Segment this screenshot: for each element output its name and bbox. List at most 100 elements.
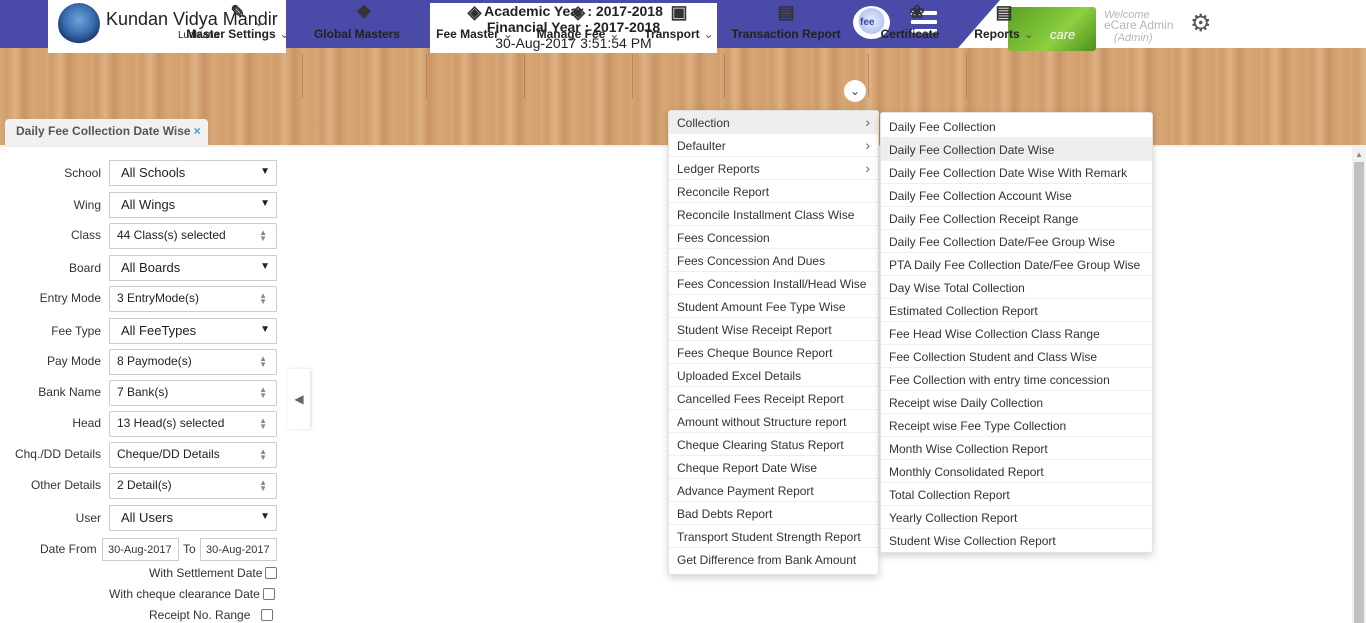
submenu-item[interactable]: Total Collection Report — [881, 483, 1152, 506]
receipt-range-checkbox[interactable] — [261, 609, 274, 621]
nav-transaction-report[interactable]: ▤ Transaction Report — [726, 0, 846, 44]
menu-item[interactable]: Uploaded Excel Details — [669, 364, 878, 387]
submenu-item[interactable]: Monthly Consolidated Report — [881, 460, 1152, 483]
menu-item[interactable]: Bad Debts Report — [669, 502, 878, 525]
nav-divider — [302, 54, 303, 98]
chevron-down-icon: ⌄ — [1023, 27, 1034, 41]
close-icon[interactable]: × — [194, 124, 201, 138]
menu-item[interactable]: Transport Student Strength Report — [669, 525, 878, 548]
menu-item-defaulter[interactable]: Defaulter › — [669, 134, 878, 157]
receipt-range-label: Receipt No. Range — [149, 608, 251, 622]
nav-label: Transport — [644, 27, 700, 41]
submenu-item[interactable]: Fee Head Wise Collection Class Range — [881, 322, 1152, 345]
menu-item[interactable]: Cheque Report Date Wise — [669, 456, 878, 479]
date-from-input[interactable]: 30-Aug-2017 — [102, 538, 179, 561]
menu-item[interactable]: Fees Concession Install/Head Wise — [669, 272, 878, 295]
nav-reports[interactable]: ▤ Reports ⌄ — [968, 0, 1040, 44]
pay-mode-multiselect[interactable]: 8 Paymode(s) ▲ ▼ — [109, 349, 277, 375]
submenu-item[interactable]: Month Wise Collection Report — [881, 437, 1152, 460]
nav-divider — [724, 54, 725, 98]
chevron-down-icon: ⌄ — [703, 27, 714, 41]
collapse-panel-button[interactable]: ◀ — [288, 369, 310, 429]
caret-down-icon: ▼ — [260, 261, 270, 272]
scroll-up-icon[interactable]: ▲ — [1355, 150, 1363, 159]
nav-certificate[interactable]: ❀ Certificate ⌄ — [870, 0, 964, 44]
submenu-item[interactable]: Daily Fee Collection Receipt Range — [881, 207, 1152, 230]
submenu-item-active[interactable]: Daily Fee Collection Date Wise — [881, 138, 1152, 161]
submenu-item[interactable]: Daily Fee Collection Date/Fee Group Wise — [881, 230, 1152, 253]
menu-item[interactable]: Get Difference from Bank Amount — [669, 548, 878, 571]
menu-item-ledger-reports[interactable]: Ledger Reports › — [669, 157, 878, 180]
head-multiselect[interactable]: 13 Head(s) selected ▲ ▼ — [109, 411, 277, 437]
nav-fee-master[interactable]: ◈ Fee Master ⌄ — [427, 0, 522, 44]
menu-item[interactable]: Amount without Structure report — [669, 410, 878, 433]
submenu-item[interactable]: PTA Daily Fee Collection Date/Fee Group … — [881, 253, 1152, 276]
menu-item[interactable]: Advance Payment Report — [669, 479, 878, 502]
submenu-item[interactable]: Receipt wise Fee Type Collection — [881, 414, 1152, 437]
class-multiselect[interactable]: 44 Class(s) selected ▲ ▼ — [109, 223, 277, 249]
nav-label: Transaction Report — [731, 27, 841, 41]
menu-item[interactable]: Reconcile Installment Class Wise — [669, 203, 878, 226]
nav-label: Global Masters — [313, 27, 400, 41]
submenu-item[interactable]: Student Wise Collection Report — [881, 529, 1152, 552]
bank-name-multiselect[interactable]: 7 Bank(s) ▲ ▼ — [109, 380, 277, 406]
submenu-item[interactable]: Fee Collection with entry time concessio… — [881, 368, 1152, 391]
scrollbar[interactable]: ▲ — [1352, 147, 1366, 623]
wing-select[interactable]: All Wings ▼ — [109, 192, 277, 218]
fee-type-row: Fee Type All FeeTypes ▼ — [0, 318, 290, 344]
nav-global-masters[interactable]: ❖ Global Masters ⌄ — [304, 0, 424, 44]
submenu-item[interactable]: Receipt wise Daily Collection — [881, 391, 1152, 414]
other-details-multiselect[interactable]: 2 Detail(s) ▲ ▼ — [109, 473, 277, 499]
tab-daily-fee-collection-date-wise[interactable]: Daily Fee Collection Date Wise × — [5, 119, 208, 145]
menu-item[interactable]: Fees Concession — [669, 226, 878, 249]
with-cheque-checkbox[interactable] — [262, 588, 275, 600]
nav-label: Master Settings — [186, 27, 276, 41]
bank-name-value: 7 Bank(s) — [117, 385, 169, 399]
menu-item[interactable]: Student Wise Receipt Report — [669, 318, 878, 341]
menu-item[interactable]: Fees Cheque Bounce Report — [669, 341, 878, 364]
board-select[interactable]: All Boards ▼ — [109, 255, 277, 281]
medal-icon: ❀ — [909, 2, 925, 22]
user-label: User — [75, 511, 101, 525]
school-select[interactable]: All Schools ▼ — [109, 160, 277, 186]
nav-divider — [966, 54, 967, 98]
menu-item-label: Defaulter — [677, 139, 726, 153]
sort-icon: ▲ ▼ — [259, 416, 267, 431]
nav-transport[interactable]: ▣ Transport ⌄ — [634, 0, 724, 44]
date-to-input[interactable]: 30-Aug-2017 — [200, 538, 277, 561]
caret-down-icon: ▼ — [260, 324, 270, 335]
menu-item-collection[interactable]: Collection › — [669, 111, 878, 134]
entry-mode-multiselect[interactable]: 3 EntryMode(s) ▲ ▼ — [109, 286, 277, 312]
fee-type-select[interactable]: All FeeTypes ▼ — [109, 318, 277, 344]
menu-item[interactable]: Cancelled Fees Receipt Report — [669, 387, 878, 410]
scrollbar-thumb[interactable] — [1354, 162, 1364, 623]
with-settlement-checkbox[interactable] — [265, 567, 278, 579]
board-row: Board All Boards ▼ — [0, 255, 290, 281]
nav-master-settings[interactable]: ✎ Master Settings ⌄ — [176, 0, 300, 44]
menu-item[interactable]: Fees Concession And Dues — [669, 249, 878, 272]
school-logo — [58, 3, 100, 45]
submenu-item[interactable]: Estimated Collection Report — [881, 299, 1152, 322]
board-label: Board — [68, 261, 101, 275]
nav-manage-fee[interactable]: ◈ Manage Fee ⌄ — [526, 0, 630, 44]
submenu-item[interactable]: Daily Fee Collection — [881, 115, 1152, 138]
caret-down-icon: ▼ — [260, 198, 270, 209]
board-value: All Boards — [121, 260, 181, 275]
menu-item[interactable]: Student Amount Fee Type Wise — [669, 295, 878, 318]
chq-dd-row: Chq./DD Details Cheque/DD Details ▲ ▼ — [0, 442, 290, 468]
entry-mode-value: 3 EntryMode(s) — [117, 291, 200, 305]
submenu-item[interactable]: Fee Collection Student and Class Wise — [881, 345, 1152, 368]
submenu-item[interactable]: Yearly Collection Report — [881, 506, 1152, 529]
menu-item[interactable]: Reconcile Report — [669, 180, 878, 203]
user-select[interactable]: All Users ▼ — [109, 505, 277, 531]
chq-dd-multiselect[interactable]: Cheque/DD Details ▲ ▼ — [109, 442, 277, 468]
entry-mode-row: Entry Mode 3 EntryMode(s) ▲ ▼ — [0, 286, 290, 312]
submenu-item[interactable]: Daily Fee Collection Date Wise With Rema… — [881, 161, 1152, 184]
chevron-down-icon[interactable]: ⌄ — [844, 80, 866, 102]
menu-item[interactable]: Cheque Clearing Status Report — [669, 433, 878, 456]
chevron-down-icon: ⌄ — [943, 27, 954, 41]
entry-mode-label: Entry Mode — [39, 291, 101, 305]
submenu-item[interactable]: Day Wise Total Collection — [881, 276, 1152, 299]
submenu-item[interactable]: Daily Fee Collection Account Wise — [881, 184, 1152, 207]
gear-icon[interactable]: ⚙ — [1190, 12, 1212, 36]
